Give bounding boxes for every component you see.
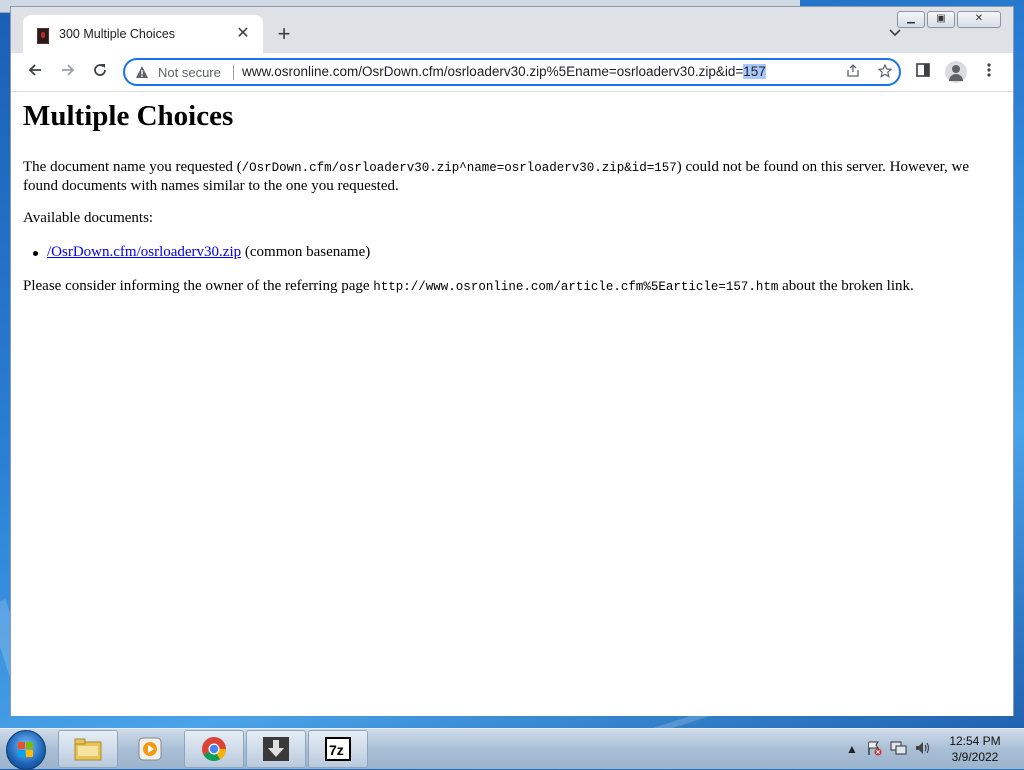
maximize-button[interactable]: ▣	[927, 11, 955, 28]
taskbar-media-player[interactable]	[120, 730, 180, 768]
start-button[interactable]	[6, 730, 46, 770]
7zip-icon: 7z	[324, 736, 352, 762]
tab-close-icon[interactable]: ✕	[233, 24, 253, 44]
list-bullet	[33, 251, 38, 256]
taskbar-chrome[interactable]	[184, 730, 244, 768]
list-item: /OsrDown.cfm/osrloaderv30.zip (common ba…	[33, 244, 371, 261]
error-paragraph: The document name you requested (/OsrDow…	[23, 158, 998, 195]
available-documents-label: Available documents:	[23, 210, 154, 226]
reload-button[interactable]	[88, 60, 112, 84]
show-hidden-icons-chevron-icon[interactable]: ▲	[846, 742, 858, 756]
para3-text-a: Please consider informing the owner of t…	[23, 278, 374, 294]
taskbar-7zip[interactable]: 7z	[308, 730, 368, 768]
tab-strip: 300 Multiple Choices ✕ + ▁ ▣ ✕	[11, 7, 1013, 53]
windows-logo-icon	[18, 742, 25, 749]
requested-path-code: /OsrDown.cfm/osrloaderv30.zip^name=osrlo…	[241, 161, 677, 175]
referrer-paragraph: Please consider informing the owner of t…	[23, 278, 914, 295]
menu-kebab-icon[interactable]	[979, 62, 999, 82]
tab-active[interactable]: 300 Multiple Choices ✕	[23, 15, 263, 53]
security-label[interactable]: Not secure	[158, 65, 221, 80]
file-explorer-icon	[74, 736, 102, 762]
url-text[interactable]: www.osronline.com/OsrDown.cfm/osrloaderv…	[242, 64, 766, 79]
window-controls: ▁ ▣ ✕	[897, 11, 1001, 29]
download-icon	[262, 736, 290, 762]
media-player-icon	[136, 736, 164, 762]
para1-text-a: The document name you requested (	[23, 159, 242, 175]
new-tab-button[interactable]: +	[273, 23, 295, 46]
volume-icon[interactable]	[914, 740, 932, 759]
url-selected-text: 157	[743, 64, 766, 79]
clock-date: 3/9/2022	[951, 750, 999, 764]
forward-button[interactable]	[56, 60, 80, 84]
clock-time: 12:54 PM	[949, 734, 1001, 748]
minimize-button[interactable]: ▁	[897, 11, 925, 28]
action-center-flag-icon[interactable]	[866, 740, 882, 759]
close-window-button[interactable]: ✕	[957, 11, 1001, 28]
document-note: (common basename)	[241, 244, 371, 260]
url-main: www.osronline.com/OsrDown.cfm/osrloaderv…	[242, 64, 744, 79]
windows-logo-part	[18, 750, 25, 757]
network-icon[interactable]	[890, 740, 908, 759]
svg-text:7z: 7z	[329, 742, 344, 758]
omnibox-divider	[233, 65, 234, 80]
taskbar-download-app[interactable]	[246, 730, 306, 768]
chrome-icon	[200, 736, 228, 762]
windows-logo-part	[26, 742, 33, 749]
browser-window: 300 Multiple Choices ✕ + ▁ ▣ ✕ Not secur…	[10, 6, 1014, 716]
para3-text-b: about the broken link.	[778, 278, 914, 294]
side-panel-icon[interactable]	[913, 62, 933, 82]
page-heading: Multiple Choices	[23, 100, 234, 132]
site-favicon-icon	[37, 28, 49, 44]
warning-triangle-icon[interactable]	[135, 65, 149, 79]
windows-logo-part	[26, 750, 33, 757]
bookmark-star-icon[interactable]	[875, 63, 895, 83]
taskbar: 7z ▲ 12:54 PM 3/9/2022	[0, 728, 1024, 770]
taskbar-clock[interactable]: 12:54 PM 3/9/2022	[940, 733, 1010, 765]
back-button[interactable]	[23, 60, 47, 84]
tab-title: 300 Multiple Choices	[59, 27, 176, 41]
document-link[interactable]: /OsrDown.cfm/osrloaderv30.zip	[47, 244, 241, 260]
address-bar[interactable]: Not secure www.osronline.com/OsrDown.cfm…	[123, 58, 901, 86]
taskbar-file-explorer[interactable]	[58, 730, 118, 768]
share-icon[interactable]	[843, 63, 863, 83]
page-content: Multiple Choices The document name you r…	[11, 91, 1013, 716]
referrer-url-code: http://www.osronline.com/article.cfm%5Ea…	[373, 280, 779, 294]
profile-avatar-icon[interactable]	[945, 61, 967, 83]
browser-toolbar: Not secure www.osronline.com/OsrDown.cfm…	[11, 53, 1013, 91]
